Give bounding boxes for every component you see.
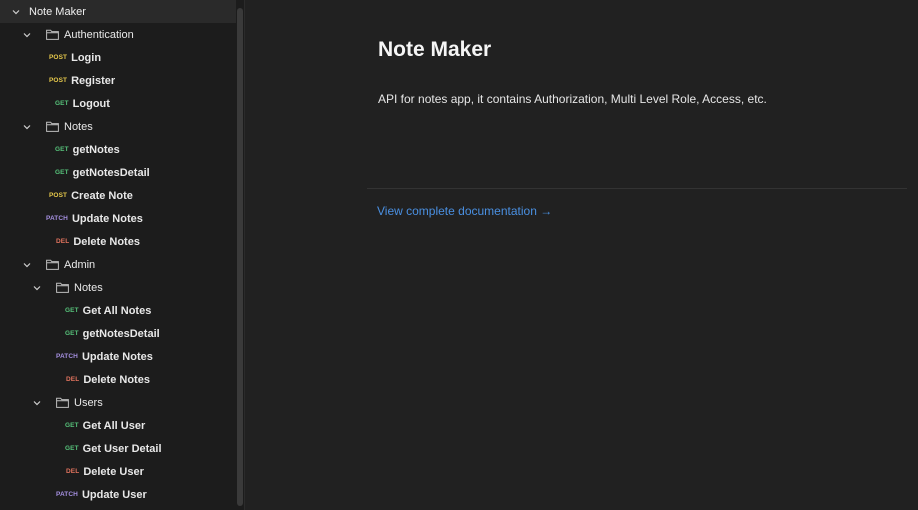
request-label: Update Notes <box>71 212 143 225</box>
method-badge: GET <box>65 422 79 429</box>
method-badge: DEL <box>66 376 80 383</box>
request-logout[interactable]: GET Logout <box>0 92 236 115</box>
method-badge: DEL <box>56 238 70 245</box>
folder-authentication[interactable]: Authentication <box>0 23 236 46</box>
request-label: getNotesDetail <box>82 327 160 340</box>
request-register[interactable]: POST Register <box>0 69 236 92</box>
chevron-down-icon[interactable] <box>22 260 32 270</box>
folder-notes[interactable]: Notes <box>0 115 236 138</box>
request-getnotes[interactable]: GET getNotes <box>0 138 236 161</box>
chevron-down-icon[interactable] <box>11 7 21 17</box>
request-label: Update Notes <box>81 350 153 363</box>
chevron-down-icon[interactable] <box>22 30 32 40</box>
method-badge: GET <box>55 100 69 107</box>
request-label: getNotesDetail <box>72 166 150 179</box>
chevron-down-icon[interactable] <box>22 122 32 132</box>
method-badge: GET <box>55 169 69 176</box>
method-badge: GET <box>65 445 79 452</box>
divider <box>367 188 907 189</box>
folder-icon <box>46 259 59 270</box>
chevron-down-icon[interactable] <box>32 398 42 408</box>
folder-admin[interactable]: Admin <box>0 253 236 276</box>
request-label: Create Note <box>71 189 133 202</box>
folder-icon <box>56 397 69 408</box>
request-label: Logout <box>72 97 110 110</box>
method-badge: GET <box>65 330 79 337</box>
request-delete-user[interactable]: DEL Delete User <box>0 460 236 483</box>
request-admin-delete-notes[interactable]: DEL Delete Notes <box>0 368 236 391</box>
folder-icon <box>56 282 69 293</box>
method-badge: PATCH <box>56 353 78 360</box>
folder-label: Users <box>74 396 103 409</box>
request-create-note[interactable]: POST Create Note <box>0 184 236 207</box>
folder-admin-notes[interactable]: Notes <box>0 276 236 299</box>
folder-admin-users[interactable]: Users <box>0 391 236 414</box>
folder-label: Authentication <box>64 28 134 41</box>
folder-icon <box>46 29 59 40</box>
request-label: Register <box>71 74 116 87</box>
request-label: Login <box>71 51 102 64</box>
folder-icon <box>46 121 59 132</box>
method-badge: POST <box>49 192 68 199</box>
collection-sidebar: Note Maker Authentication POST Login POS… <box>0 0 245 510</box>
request-label: Delete Notes <box>83 373 150 386</box>
request-delete-notes[interactable]: DEL Delete Notes <box>0 230 236 253</box>
request-admin-update-notes[interactable]: PATCH Update Notes <box>0 345 236 368</box>
request-label: Delete User <box>83 465 144 478</box>
folder-label: Notes <box>74 281 103 294</box>
collection-description: API for notes app, it contains Authoriza… <box>378 92 767 106</box>
collection-overview: Note Maker API for notes app, it contain… <box>245 0 918 510</box>
method-badge: POST <box>49 77 68 84</box>
method-badge: GET <box>65 307 79 314</box>
collection-root[interactable]: Note Maker <box>0 0 236 23</box>
folder-label: Notes <box>64 120 93 133</box>
chevron-down-icon[interactable] <box>32 283 42 293</box>
view-documentation-link[interactable]: View complete documentation → <box>377 204 552 218</box>
request-label: getNotes <box>72 143 120 156</box>
request-label: Delete Notes <box>73 235 140 248</box>
request-label: Get All User <box>82 419 146 432</box>
sidebar-scrollbar[interactable] <box>237 8 243 506</box>
request-label: Get All Notes <box>82 304 152 317</box>
request-admin-getnotesdetail[interactable]: GET getNotesDetail <box>0 322 236 345</box>
request-update-notes[interactable]: PATCH Update Notes <box>0 207 236 230</box>
collection-root-label: Note Maker <box>29 5 86 18</box>
request-getnotesdetail[interactable]: GET getNotesDetail <box>0 161 236 184</box>
request-update-user[interactable]: PATCH Update User <box>0 483 236 506</box>
method-badge: GET <box>55 146 69 153</box>
request-label: Update User <box>81 488 147 501</box>
request-get-all-user[interactable]: GET Get All User <box>0 414 236 437</box>
method-badge: PATCH <box>46 215 68 222</box>
method-badge: PATCH <box>56 491 78 498</box>
request-label: Get User Detail <box>82 442 162 455</box>
folder-label: Admin <box>64 258 96 271</box>
page-title: Note Maker <box>378 38 492 61</box>
app-window: Note Maker Authentication POST Login POS… <box>0 0 918 510</box>
method-badge: POST <box>49 54 68 61</box>
request-get-user-detail[interactable]: GET Get User Detail <box>0 437 236 460</box>
request-login[interactable]: POST Login <box>0 46 236 69</box>
request-get-all-notes[interactable]: GET Get All Notes <box>0 299 236 322</box>
method-badge: DEL <box>66 468 80 475</box>
